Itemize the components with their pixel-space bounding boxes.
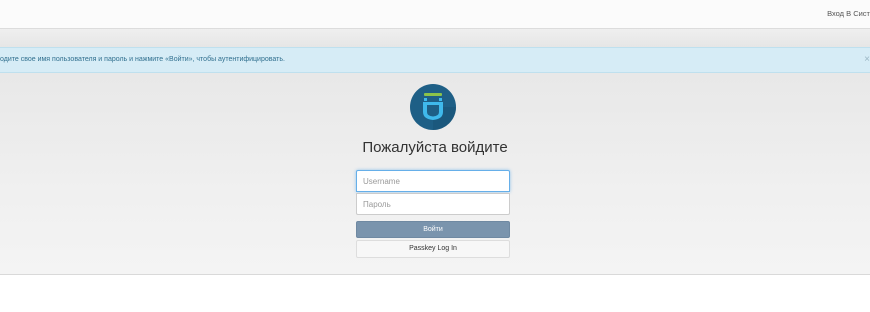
header-band: [0, 29, 870, 47]
alert-close-icon[interactable]: ×: [864, 54, 870, 65]
info-alert: одите свое имя пользователя и пароль и н…: [0, 47, 870, 73]
login-nav-link[interactable]: Вход В Сист: [827, 9, 870, 18]
passkey-login-button[interactable]: Passkey Log In: [356, 240, 510, 258]
privacyidea-shield-icon: [410, 84, 456, 130]
page-title: Пожалуйста войдите: [362, 139, 508, 156]
top-navbar: Вход В Сист: [0, 0, 870, 29]
username-input[interactable]: [356, 170, 510, 192]
alert-message: одите свое имя пользователя и пароль и н…: [0, 56, 285, 63]
password-input[interactable]: [356, 193, 510, 215]
login-button[interactable]: Войти: [356, 221, 510, 238]
